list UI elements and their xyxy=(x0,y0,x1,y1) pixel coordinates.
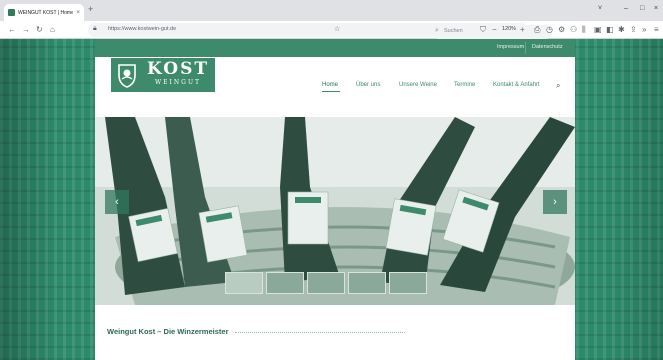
impressum-link[interactable]: Impressum xyxy=(497,44,524,50)
nav-kontakt[interactable]: Kontakt & Anfahrt xyxy=(493,82,540,88)
slider-thumbnail[interactable] xyxy=(389,272,427,294)
nav-unsere-weine[interactable]: Unsere Weine xyxy=(399,82,437,88)
browser-toolbar: ← → ↻ ⌂ 🔒︎ https://www.kostwein-gut.de ☆… xyxy=(0,21,663,39)
slider-thumbnail[interactable] xyxy=(266,272,304,294)
nav-active-underline xyxy=(322,91,340,92)
back-icon[interactable]: ← xyxy=(8,25,16,35)
account-icon[interactable]: ⚇ xyxy=(570,25,577,35)
print-icon[interactable]: ⎙ xyxy=(534,25,540,35)
new-tab-button[interactable]: + xyxy=(88,5,93,14)
lock-icon: 🔒︎ xyxy=(93,25,97,32)
maximize-icon[interactable]: □ xyxy=(640,5,644,13)
site-search-icon[interactable]: ⌕ xyxy=(556,81,560,91)
site-topbar: Impressum Datenschutz xyxy=(95,39,575,57)
settings-icon[interactable]: ⚙ xyxy=(558,25,565,35)
slider-thumbnail[interactable] xyxy=(307,272,345,294)
slider-thumbnail[interactable] xyxy=(225,272,263,294)
tab-list-icon[interactable]: ˅ xyxy=(598,5,602,13)
overflow-icon[interactable]: » xyxy=(642,25,646,35)
zoom-level[interactable]: 120% xyxy=(502,26,516,32)
nav-termine[interactable]: Termine xyxy=(454,82,475,88)
site-container: Impressum Datenschutz KOST WEINGUT Home … xyxy=(95,39,575,360)
reload-icon[interactable]: ↻ xyxy=(36,25,43,35)
logo-name: KOST xyxy=(146,59,210,79)
nav-ueber-uns[interactable]: Über uns xyxy=(356,82,380,88)
slider-thumbnails xyxy=(225,272,427,294)
zoom-in-icon[interactable]: + xyxy=(520,25,525,35)
tab-title: WEINGUT KOST | Homeseite bei xyxy=(18,9,74,16)
slider-thumbnail[interactable] xyxy=(348,272,386,294)
menu-icon[interactable]: ≡ xyxy=(654,25,659,35)
topbar-divider xyxy=(525,42,526,54)
logo-subtitle: WEINGUT xyxy=(154,79,202,86)
datenschutz-link[interactable]: Datenschutz xyxy=(532,44,563,50)
address-bar[interactable]: 🔒︎ https://www.kostwein-gut.de ☆ ⌕ Suche… xyxy=(88,23,552,39)
search-icon: ⌕ xyxy=(435,27,439,34)
crest-icon xyxy=(118,64,136,88)
intro-heading: Weingut Kost – Die Winzermeister xyxy=(107,327,229,336)
browser-tab[interactable]: WEINGUT KOST | Homeseite bei × xyxy=(4,4,84,21)
tab-close-icon[interactable]: × xyxy=(76,10,80,16)
bookmark-star-icon[interactable]: ☆ xyxy=(334,25,340,33)
sidebar-icon[interactable]: ◧ xyxy=(606,25,614,35)
forward-icon[interactable]: → xyxy=(22,25,30,35)
slider-prev-button[interactable]: ‹ xyxy=(105,190,129,214)
shield-icon[interactable]: ⛉ xyxy=(480,25,486,35)
library-icon[interactable]: ⫼ xyxy=(582,25,586,35)
home-icon[interactable]: ⌂ xyxy=(50,25,55,35)
heading-divider xyxy=(235,332,405,333)
hero-slider[interactable]: ‹ › xyxy=(95,117,575,305)
site-favicon-icon xyxy=(8,9,15,16)
url-text[interactable]: https://www.kostwein-gut.de xyxy=(108,26,176,32)
history-icon[interactable]: ◷ xyxy=(546,25,553,35)
minimize-icon[interactable]: – xyxy=(624,5,628,13)
slider-next-button[interactable]: › xyxy=(543,190,567,214)
browser-tab-bar: WEINGUT KOST | Homeseite bei × + ˅ – □ × xyxy=(0,0,663,21)
share-icon[interactable]: ⇪ xyxy=(630,25,637,35)
site-logo[interactable]: KOST WEINGUT xyxy=(111,58,215,92)
screenshot-icon[interactable]: ▣ xyxy=(594,25,602,35)
close-window-icon[interactable]: × xyxy=(654,5,658,13)
search-placeholder: Suchen xyxy=(444,28,463,34)
nav-home[interactable]: Home xyxy=(322,82,338,88)
extensions-icon[interactable]: ✱ xyxy=(618,25,625,35)
zoom-out-icon[interactable]: − xyxy=(492,25,497,35)
